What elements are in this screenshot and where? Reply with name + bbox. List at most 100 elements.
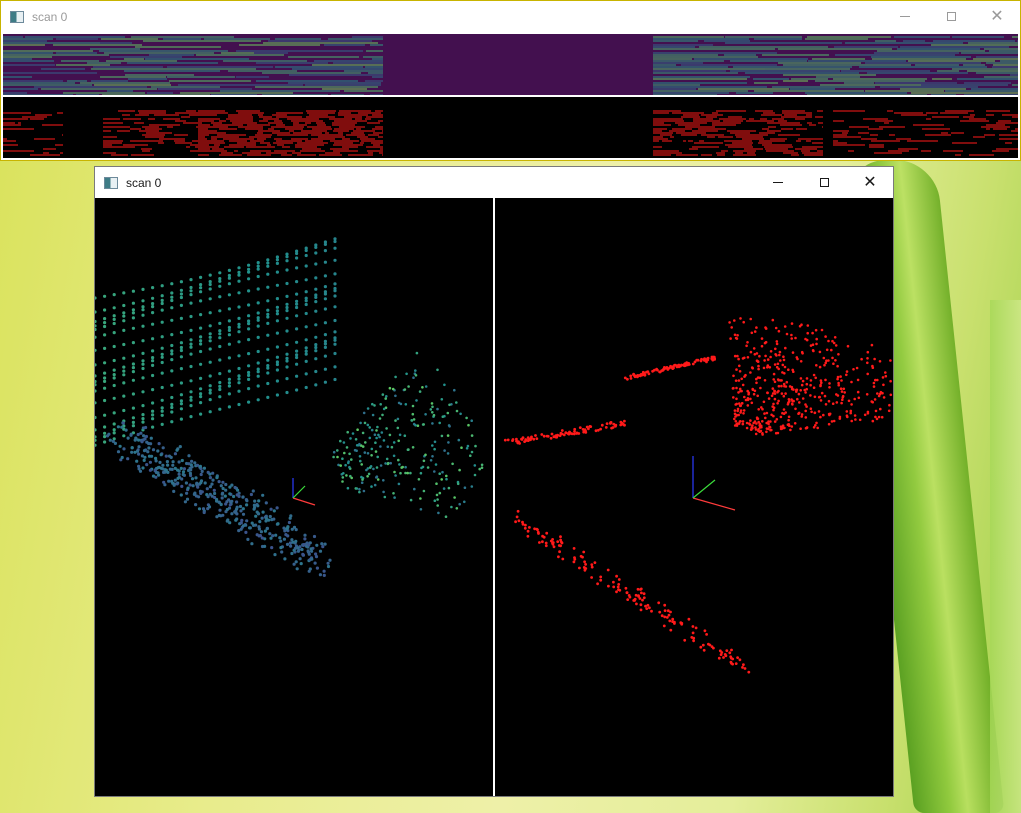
point (375, 466, 379, 469)
point (137, 438, 141, 442)
point (809, 383, 812, 387)
point (326, 564, 331, 569)
close-button[interactable]: ✕ (847, 167, 893, 198)
point (641, 372, 645, 376)
point (160, 346, 164, 350)
point (784, 392, 787, 395)
point (160, 398, 164, 402)
viewport-area[interactable] (95, 198, 893, 796)
maximize-button[interactable] (801, 167, 847, 198)
point (218, 284, 222, 288)
point (145, 440, 149, 444)
point-cloud-window[interactable]: scan 0 ✕ (94, 166, 894, 797)
maximize-button[interactable] (928, 1, 974, 32)
point (669, 628, 673, 632)
point (130, 446, 134, 450)
point (347, 461, 350, 465)
point (160, 298, 164, 302)
point (431, 411, 434, 414)
point (779, 415, 783, 419)
point (247, 263, 251, 267)
point (208, 280, 212, 284)
point (168, 467, 172, 471)
point (376, 478, 380, 481)
point (275, 506, 279, 510)
point (734, 420, 738, 423)
point (773, 363, 777, 366)
point (158, 460, 162, 464)
point (384, 397, 388, 400)
point (798, 401, 801, 404)
title-bar[interactable]: scan 0 ✕ (95, 167, 893, 198)
point (406, 471, 410, 475)
point (799, 377, 803, 380)
point (424, 453, 427, 457)
point (179, 355, 183, 359)
point (225, 507, 229, 512)
point-cloud-canvas-left[interactable] (95, 198, 493, 796)
point (403, 434, 407, 437)
point (778, 350, 782, 354)
point (615, 574, 618, 578)
close-button[interactable]: ✕ (974, 1, 1020, 32)
point (407, 385, 410, 388)
point (590, 563, 594, 566)
point (705, 633, 708, 636)
point (333, 258, 337, 262)
point (419, 497, 422, 500)
point (470, 434, 474, 437)
point (680, 363, 683, 367)
point-cloud-view-range-colored[interactable] (95, 198, 493, 796)
point (823, 394, 827, 398)
point (526, 529, 530, 533)
point-cloud-view-label-colored[interactable] (495, 198, 893, 796)
title-bar[interactable]: scan 0 ✕ (1, 1, 1020, 32)
range-image-window[interactable]: scan 0 ✕ (0, 0, 1021, 161)
point (445, 474, 448, 478)
point (247, 277, 251, 281)
point (585, 425, 589, 429)
point-cloud-canvas-right[interactable] (495, 198, 893, 796)
point (208, 347, 212, 351)
point (148, 460, 152, 464)
point (126, 457, 130, 461)
point (841, 398, 844, 401)
point (221, 486, 225, 491)
point (197, 507, 202, 511)
point (437, 511, 440, 515)
point (629, 374, 633, 378)
point (333, 330, 337, 334)
point (131, 378, 135, 382)
point (794, 407, 797, 411)
point (815, 342, 818, 346)
point (834, 359, 837, 362)
point (218, 372, 222, 376)
point (581, 555, 584, 559)
point (237, 273, 241, 277)
point (95, 443, 97, 447)
point (734, 415, 737, 418)
point (368, 436, 372, 440)
point (141, 299, 145, 303)
axis-y-icon (692, 479, 716, 499)
point (266, 333, 270, 337)
minimize-button[interactable] (882, 1, 928, 32)
point (112, 293, 116, 297)
point (380, 431, 384, 434)
point (170, 383, 174, 387)
point (524, 523, 527, 527)
point (478, 467, 482, 471)
point (884, 374, 888, 378)
minimize-button[interactable] (755, 167, 801, 198)
point (266, 285, 270, 289)
point (605, 422, 609, 425)
point (840, 379, 843, 382)
point (95, 379, 97, 384)
point (791, 351, 795, 354)
point (393, 496, 396, 499)
point (562, 433, 566, 437)
point (434, 463, 438, 466)
point (757, 408, 760, 411)
point (557, 555, 560, 559)
point (295, 251, 299, 256)
